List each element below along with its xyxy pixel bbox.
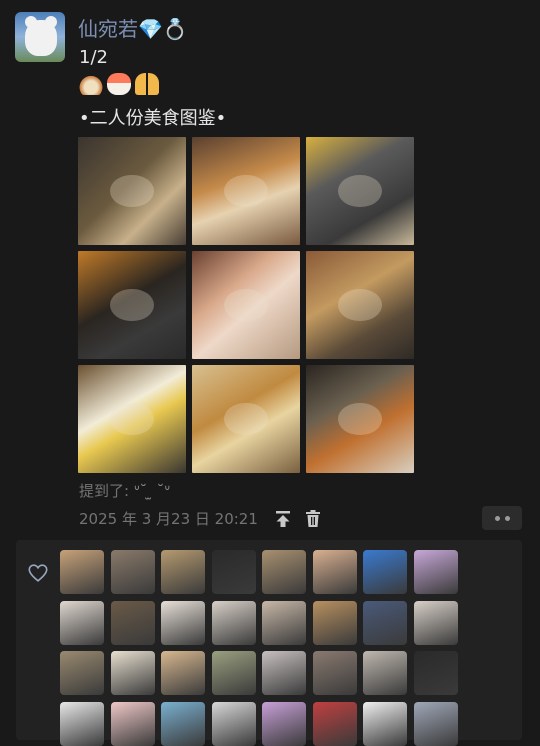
heart-icon xyxy=(27,562,49,584)
liker-avatar[interactable] xyxy=(363,600,407,645)
food-plate xyxy=(110,174,154,208)
delete-icon[interactable] xyxy=(302,508,324,530)
photo-fried-food-boxes[interactable] xyxy=(192,365,300,473)
liker-avatar[interactable] xyxy=(363,550,407,594)
liker-avatar[interactable] xyxy=(161,701,205,746)
couple-emoji xyxy=(135,73,159,95)
author-avatar[interactable] xyxy=(15,12,65,62)
sushi-emoji xyxy=(107,73,131,95)
food-plate xyxy=(110,288,154,322)
photo-hotpot-table[interactable] xyxy=(78,137,186,245)
liker-avatar[interactable] xyxy=(161,550,205,594)
food-plate xyxy=(338,174,382,208)
food-plate xyxy=(224,402,268,436)
liker-avatar[interactable] xyxy=(363,701,407,746)
liker-avatars xyxy=(60,550,458,746)
photo-sushi-grill[interactable] xyxy=(78,251,186,359)
noodle-bowl-emoji xyxy=(79,73,103,95)
pin-top-icon[interactable] xyxy=(272,508,294,530)
photo-noodle-bowls[interactable] xyxy=(306,365,414,473)
liker-avatar[interactable] xyxy=(161,651,205,695)
liker-avatar[interactable] xyxy=(60,651,104,695)
liker-avatar[interactable] xyxy=(312,701,357,746)
liker-avatar[interactable] xyxy=(110,701,155,746)
liker-avatar[interactable] xyxy=(262,701,306,746)
photo-dinner-spread[interactable] xyxy=(306,251,414,359)
liker-avatar[interactable] xyxy=(413,600,458,645)
photo-grid xyxy=(78,137,415,474)
photo-dishes-table[interactable] xyxy=(192,137,300,245)
liker-avatar[interactable] xyxy=(110,600,155,645)
photo-bowls-dark-table[interactable] xyxy=(306,137,414,245)
emoji-row xyxy=(79,73,159,95)
liker-avatar[interactable] xyxy=(211,651,256,695)
liker-avatar[interactable] xyxy=(211,550,256,594)
liker-avatar[interactable] xyxy=(312,550,357,594)
liker-avatar[interactable] xyxy=(312,600,357,645)
liker-avatar[interactable] xyxy=(262,550,306,594)
liker-avatar[interactable] xyxy=(211,701,256,746)
more-dot xyxy=(504,515,510,521)
photo-yellow-plate[interactable] xyxy=(78,365,186,473)
liker-avatar[interactable] xyxy=(211,600,256,645)
liker-avatar[interactable] xyxy=(363,651,407,695)
liker-avatar[interactable] xyxy=(110,651,155,695)
likes-panel xyxy=(16,540,522,746)
liker-avatar[interactable] xyxy=(413,550,458,594)
author-name[interactable]: 仙宛若💎💍 xyxy=(78,13,188,42)
liker-avatar[interactable] xyxy=(60,550,104,594)
photo-couple-selfie[interactable] xyxy=(192,251,300,359)
post-timestamp: 2025 年 3 月23 日 20:21 xyxy=(79,510,258,528)
caption: •二人份美食图鉴• xyxy=(79,108,227,129)
liker-avatar[interactable] xyxy=(262,600,306,645)
mention-line: 提到了: ᐡ˘ ̫ ˘ᐡ xyxy=(79,480,170,501)
liker-avatar[interactable] xyxy=(60,701,104,746)
liker-avatar[interactable] xyxy=(262,651,306,695)
liker-avatar[interactable] xyxy=(413,701,458,746)
liker-avatar[interactable] xyxy=(312,651,357,695)
mention-user[interactable]: ᐡ˘ ̫ ˘ᐡ xyxy=(134,482,170,500)
food-plate xyxy=(224,288,268,322)
page-indicator: 1/2 xyxy=(79,47,108,68)
liker-avatar[interactable] xyxy=(60,600,104,645)
liker-avatar[interactable] xyxy=(161,600,205,645)
more-options-button[interactable] xyxy=(482,506,522,530)
food-plate xyxy=(338,288,382,322)
food-plate xyxy=(110,402,154,436)
liker-avatar[interactable] xyxy=(110,550,155,594)
liker-avatar[interactable] xyxy=(413,651,458,695)
avatar-bear-figure xyxy=(25,20,57,56)
food-plate xyxy=(224,174,268,208)
more-dot xyxy=(494,515,500,521)
mention-prefix: 提到了: xyxy=(79,482,134,500)
food-plate xyxy=(338,402,382,436)
